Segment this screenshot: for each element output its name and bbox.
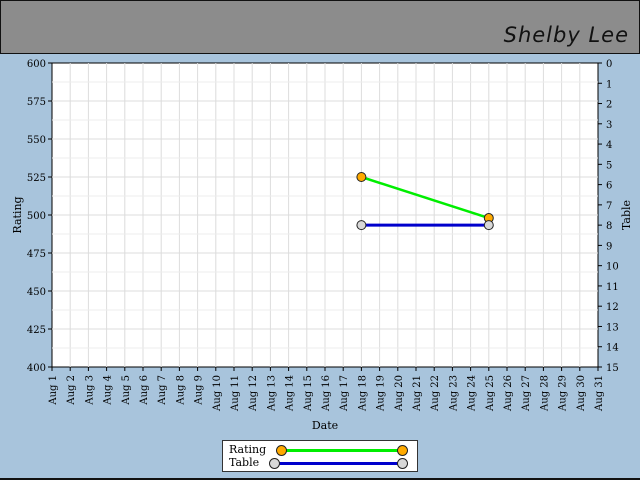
legend-item-rating: Rating: [223, 443, 417, 457]
legend: Rating Table: [222, 440, 418, 472]
legend-marker-table: [397, 458, 408, 469]
x-tick-label: Aug 10: [212, 375, 223, 412]
y-tick-label: 550: [27, 135, 46, 146]
x-tick-label: Aug 23: [448, 375, 459, 412]
x-tick-label: Aug 16: [321, 375, 332, 412]
legend-line-table: [275, 462, 401, 465]
chart: Aug 1 Aug 2 Aug 3 Aug 4 Aug 5 Aug 6 Aug 7 Aug 8…: [11, 59, 633, 432]
y2-tick-label: 12: [606, 302, 619, 313]
y2-tick-label: 2: [606, 100, 612, 111]
y2-axis-title: Table: [620, 200, 633, 230]
y-tick-label: 575: [27, 97, 46, 108]
x-tick-label: Aug 3: [84, 375, 95, 406]
y-tick-label: 600: [27, 59, 46, 70]
x-tick-label: Aug 2: [66, 375, 77, 406]
data-point-table: [356, 220, 367, 231]
x-tick-label: Aug 11: [230, 375, 241, 412]
y-tick-label: 500: [27, 211, 46, 222]
y2-tick-label: 10: [606, 262, 619, 273]
x-tick-label: Aug 12: [248, 375, 259, 412]
y2-tick-label: 1: [606, 79, 612, 90]
y2-tick-label: 8: [606, 221, 612, 232]
x-tick-label: Aug 31: [594, 375, 605, 412]
y2-tick-label: 6: [606, 181, 612, 192]
x-tick-label: Aug 22: [430, 375, 441, 412]
y-tick-label: 400: [27, 363, 46, 374]
x-tick-label: Aug 17: [339, 375, 350, 412]
legend-label-table: Table: [229, 456, 260, 469]
chart-frame: Shelby Lee Aug 1 Aug 2 Aug 3 Aug 4 Aug 5 Aug …: [0, 0, 640, 480]
y2-tick-label: 4: [606, 140, 612, 151]
y-tick-label: 525: [27, 173, 46, 184]
legend-line-rating: [281, 449, 403, 452]
x-tick-label: Aug 27: [521, 375, 532, 412]
x-tick-label: Aug 9: [194, 375, 205, 406]
x-tick-label: Aug 5: [121, 375, 132, 406]
x-tick-label: Aug 8: [175, 375, 186, 406]
x-tick-label: Aug 6: [139, 375, 150, 406]
x-tick-label: Aug 28: [539, 375, 550, 412]
y2-tick-label: 7: [606, 201, 612, 212]
y2-tick-label: 0: [606, 59, 612, 70]
legend-label-rating: Rating: [229, 443, 267, 456]
legend-marker-rating: [276, 445, 287, 456]
y2-tick-label: 9: [606, 241, 612, 252]
x-tick-label: Aug 18: [357, 375, 368, 412]
legend-item-table: Table: [223, 456, 417, 470]
data-point-rating: [356, 172, 367, 182]
y2-tick-label: 11: [606, 282, 619, 293]
data-point-table: [483, 220, 494, 231]
y-tick-label: 425: [27, 325, 46, 336]
x-tick-label: Aug 21: [412, 375, 423, 412]
y-tick-label: 475: [27, 249, 46, 260]
y2-tick-label: 3: [606, 120, 612, 131]
y-axis-title: Rating: [11, 196, 24, 233]
x-tick-label: Aug 20: [394, 375, 405, 412]
x-axis-title: Date: [312, 419, 338, 432]
y2-tick-label: 15: [606, 363, 619, 374]
x-tick-label: Aug 29: [558, 375, 569, 412]
y2-tick-label: 14: [606, 343, 619, 354]
x-tick-label: Aug 13: [266, 375, 277, 412]
x-tick-label: Aug 1: [48, 375, 59, 406]
x-tick-label: Aug 19: [376, 375, 387, 412]
y2-tick-label: 13: [606, 322, 619, 333]
x-tick-label: Aug 14: [285, 375, 296, 412]
x-tick-label: Aug 7: [157, 375, 168, 406]
y2-tick-label: 5: [606, 160, 612, 171]
x-tick-label: Aug 24: [467, 375, 478, 412]
x-tick-label: Aug 15: [303, 375, 314, 412]
x-tick-label: Aug 26: [503, 375, 514, 412]
x-tick-label: Aug 4: [103, 375, 114, 406]
legend-marker-rating: [397, 445, 408, 456]
x-tick-label: Aug 25: [485, 375, 496, 412]
x-tick-label: Aug 30: [576, 375, 587, 412]
legend-marker-table: [269, 458, 280, 469]
y-tick-label: 450: [27, 287, 46, 298]
